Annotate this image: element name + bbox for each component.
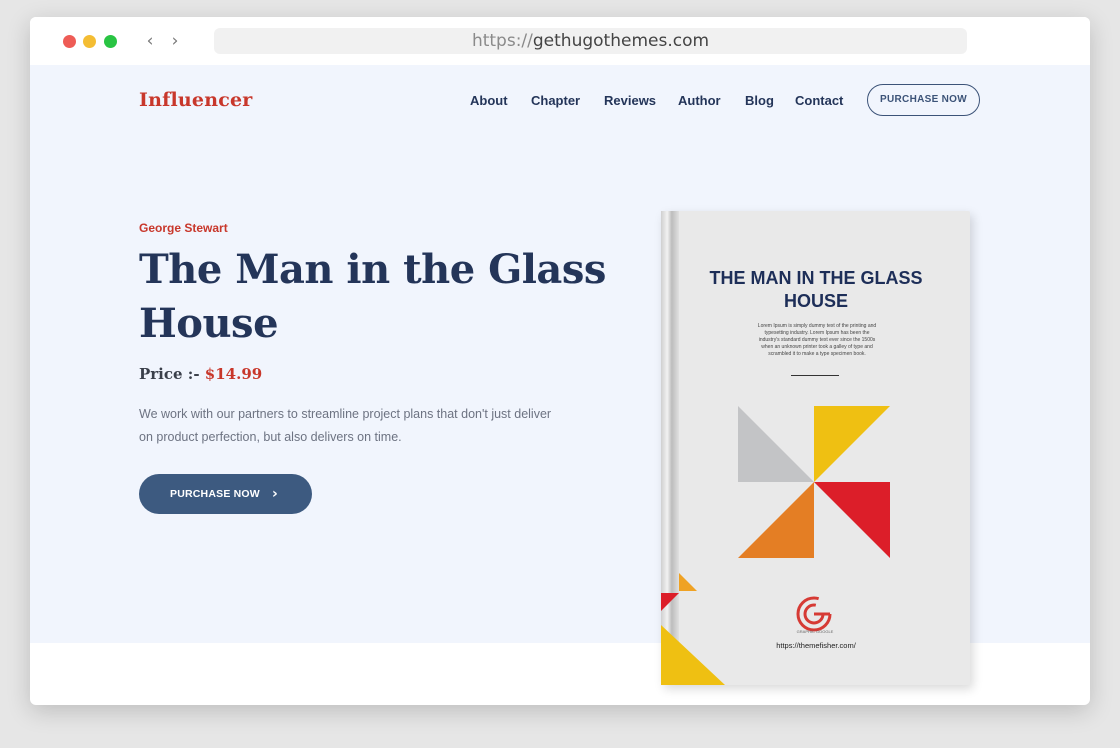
url-protocol: https:// bbox=[471, 31, 533, 51]
price-value: $14.99 bbox=[204, 365, 263, 383]
nav-blog[interactable]: Blog bbox=[745, 93, 774, 108]
book-cover-title: THE MAN IN THE GLASS HOUSE bbox=[709, 268, 923, 311]
nav-reviews[interactable]: Reviews bbox=[604, 93, 656, 108]
nav-chapter[interactable]: Chapter bbox=[531, 93, 580, 108]
book-logo-caption: GRAPHIC GOOGLE bbox=[796, 629, 834, 634]
nav-about[interactable]: About bbox=[470, 93, 508, 108]
book-cover-divider bbox=[791, 375, 839, 376]
browser-toolbar: ‹ › https://gethugothemes.com bbox=[30, 17, 1090, 65]
forward-arrow-icon[interactable]: › bbox=[167, 31, 183, 51]
author-name: George Stewart bbox=[139, 221, 228, 235]
purchase-now-button[interactable]: PURCHASE NOW › bbox=[139, 474, 312, 514]
minimize-window-dot[interactable] bbox=[83, 35, 96, 48]
book-title-heading: The Man in the Glass House bbox=[139, 246, 606, 347]
close-window-dot[interactable] bbox=[63, 35, 76, 48]
nav-contact[interactable]: Contact bbox=[795, 93, 843, 108]
book-cover-image: THE MAN IN THE GLASS HOUSE Lorem Ipsum i… bbox=[661, 211, 970, 685]
address-bar[interactable]: https://gethugothemes.com bbox=[214, 28, 967, 54]
price: Price :- $14.99 bbox=[139, 365, 262, 383]
chevron-right-icon: › bbox=[272, 486, 278, 502]
nav-purchase-button[interactable]: PURCHASE NOW bbox=[867, 84, 980, 116]
url-host: gethugothemes.com bbox=[532, 31, 710, 51]
hero-description: We work with our partners to streamline … bbox=[139, 407, 552, 444]
pinwheel-illustration bbox=[738, 406, 890, 558]
nav-author[interactable]: Author bbox=[678, 93, 721, 108]
maximize-window-dot[interactable] bbox=[104, 35, 117, 48]
book-cover-blurb: Lorem Ipsum is simply dummy text of the … bbox=[757, 323, 877, 357]
corner-triangles-decoration bbox=[661, 573, 725, 685]
book-cover-url: https://themefisher.com/ bbox=[776, 641, 856, 650]
back-arrow-icon[interactable]: ‹ bbox=[142, 31, 158, 51]
price-label: Price :- bbox=[139, 365, 200, 383]
browser-window: ‹ › https://gethugothemes.com Influencer… bbox=[30, 17, 1090, 705]
graphic-google-logo-icon bbox=[796, 596, 832, 632]
site-logo[interactable]: Influencer bbox=[139, 89, 252, 111]
purchase-now-label: PURCHASE NOW bbox=[170, 488, 260, 500]
